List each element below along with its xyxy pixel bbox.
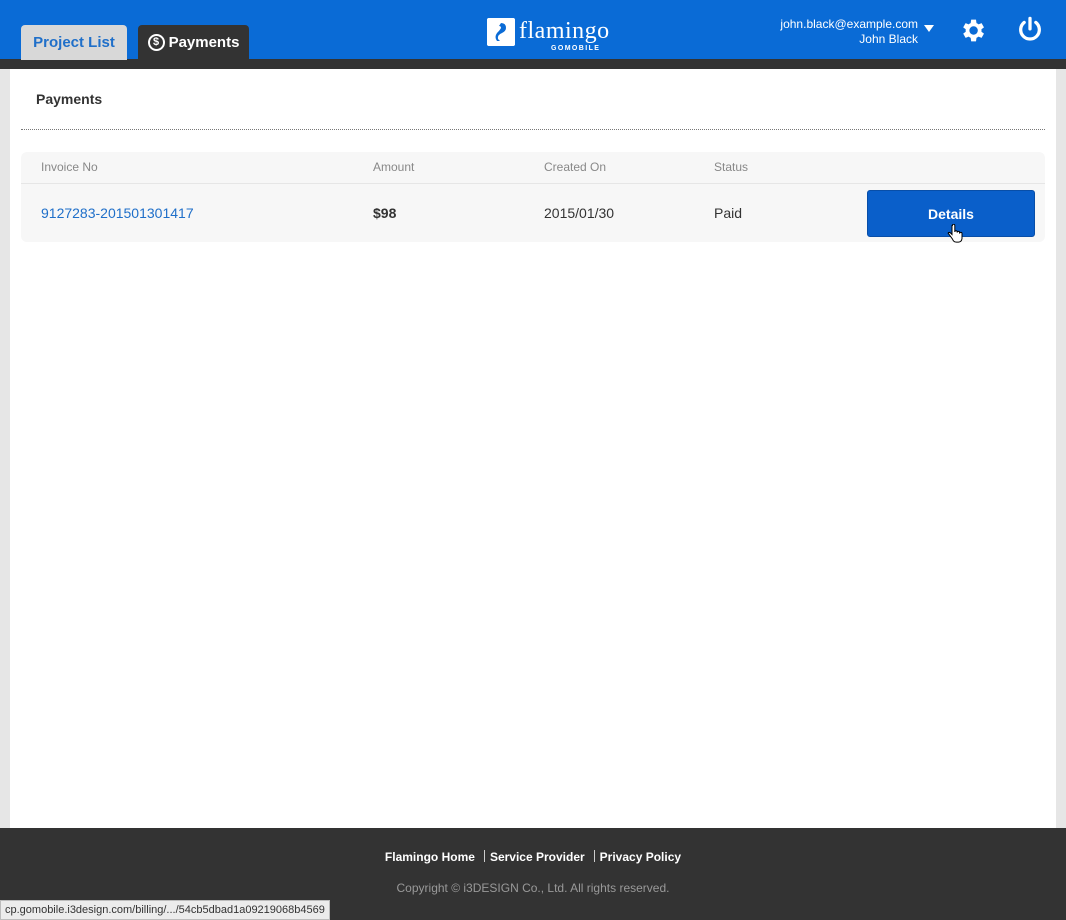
user-name: John Black bbox=[859, 32, 918, 46]
footer-separator bbox=[593, 850, 595, 862]
dollar-coin-icon: $ bbox=[147, 34, 165, 51]
footer-link-service-provider[interactable]: Service Provider bbox=[490, 850, 585, 864]
status-cell: Paid bbox=[714, 205, 743, 221]
browser-status-bar: cp.gomobile.i3design.com/billing/.../54c… bbox=[0, 900, 330, 920]
tab-payments-label: Payments bbox=[168, 34, 240, 51]
column-header-status: Status bbox=[714, 160, 749, 174]
caret-down-icon[interactable] bbox=[924, 25, 934, 32]
tab-payments[interactable]: $ Payments bbox=[138, 25, 249, 60]
footer-link-flamingo-home[interactable]: Flamingo Home bbox=[385, 850, 475, 864]
footer-separator bbox=[483, 850, 485, 862]
power-icon[interactable] bbox=[1016, 16, 1044, 44]
created-on-cell: 2015/01/30 bbox=[544, 205, 615, 221]
payments-table: Invoice No Amount Created On Status 9127… bbox=[21, 152, 1045, 242]
logo-subtext: GOMOBILE bbox=[551, 45, 601, 52]
top-bar-strip bbox=[0, 59, 1066, 69]
details-button[interactable]: Details bbox=[867, 190, 1035, 237]
footer-link-privacy-policy[interactable]: Privacy Policy bbox=[600, 850, 681, 864]
user-email: john.black@example.com bbox=[780, 17, 918, 31]
flamingo-bird-icon bbox=[487, 18, 515, 46]
header-row-separator bbox=[21, 183, 1045, 184]
main-content: Payments Invoice No Amount Created On St… bbox=[10, 69, 1056, 828]
column-header-created-on: Created On bbox=[544, 160, 607, 174]
user-menu[interactable]: john.black@example.com John Black bbox=[780, 17, 918, 47]
tab-project-list-label: Project List bbox=[33, 34, 115, 51]
logo-text: flamingo bbox=[519, 18, 610, 44]
footer-links: Flamingo Home Service Provider Privacy Pol… bbox=[0, 850, 1066, 864]
gear-icon[interactable] bbox=[958, 16, 987, 45]
invoice-link[interactable]: 9127283-201501301417 bbox=[41, 205, 194, 221]
flamingo-logo[interactable]: flamingo GOMOBILE bbox=[487, 16, 611, 54]
title-divider bbox=[21, 129, 1045, 130]
copyright-text: Copyright © i3DESIGN Co., Ltd. All right… bbox=[396, 881, 670, 895]
tab-project-list[interactable]: Project List bbox=[21, 25, 127, 60]
column-header-amount: Amount bbox=[373, 160, 415, 174]
column-header-invoice-no: Invoice No bbox=[41, 160, 98, 174]
page-title: Payments bbox=[36, 91, 103, 107]
amount-cell: $98 bbox=[373, 205, 397, 221]
